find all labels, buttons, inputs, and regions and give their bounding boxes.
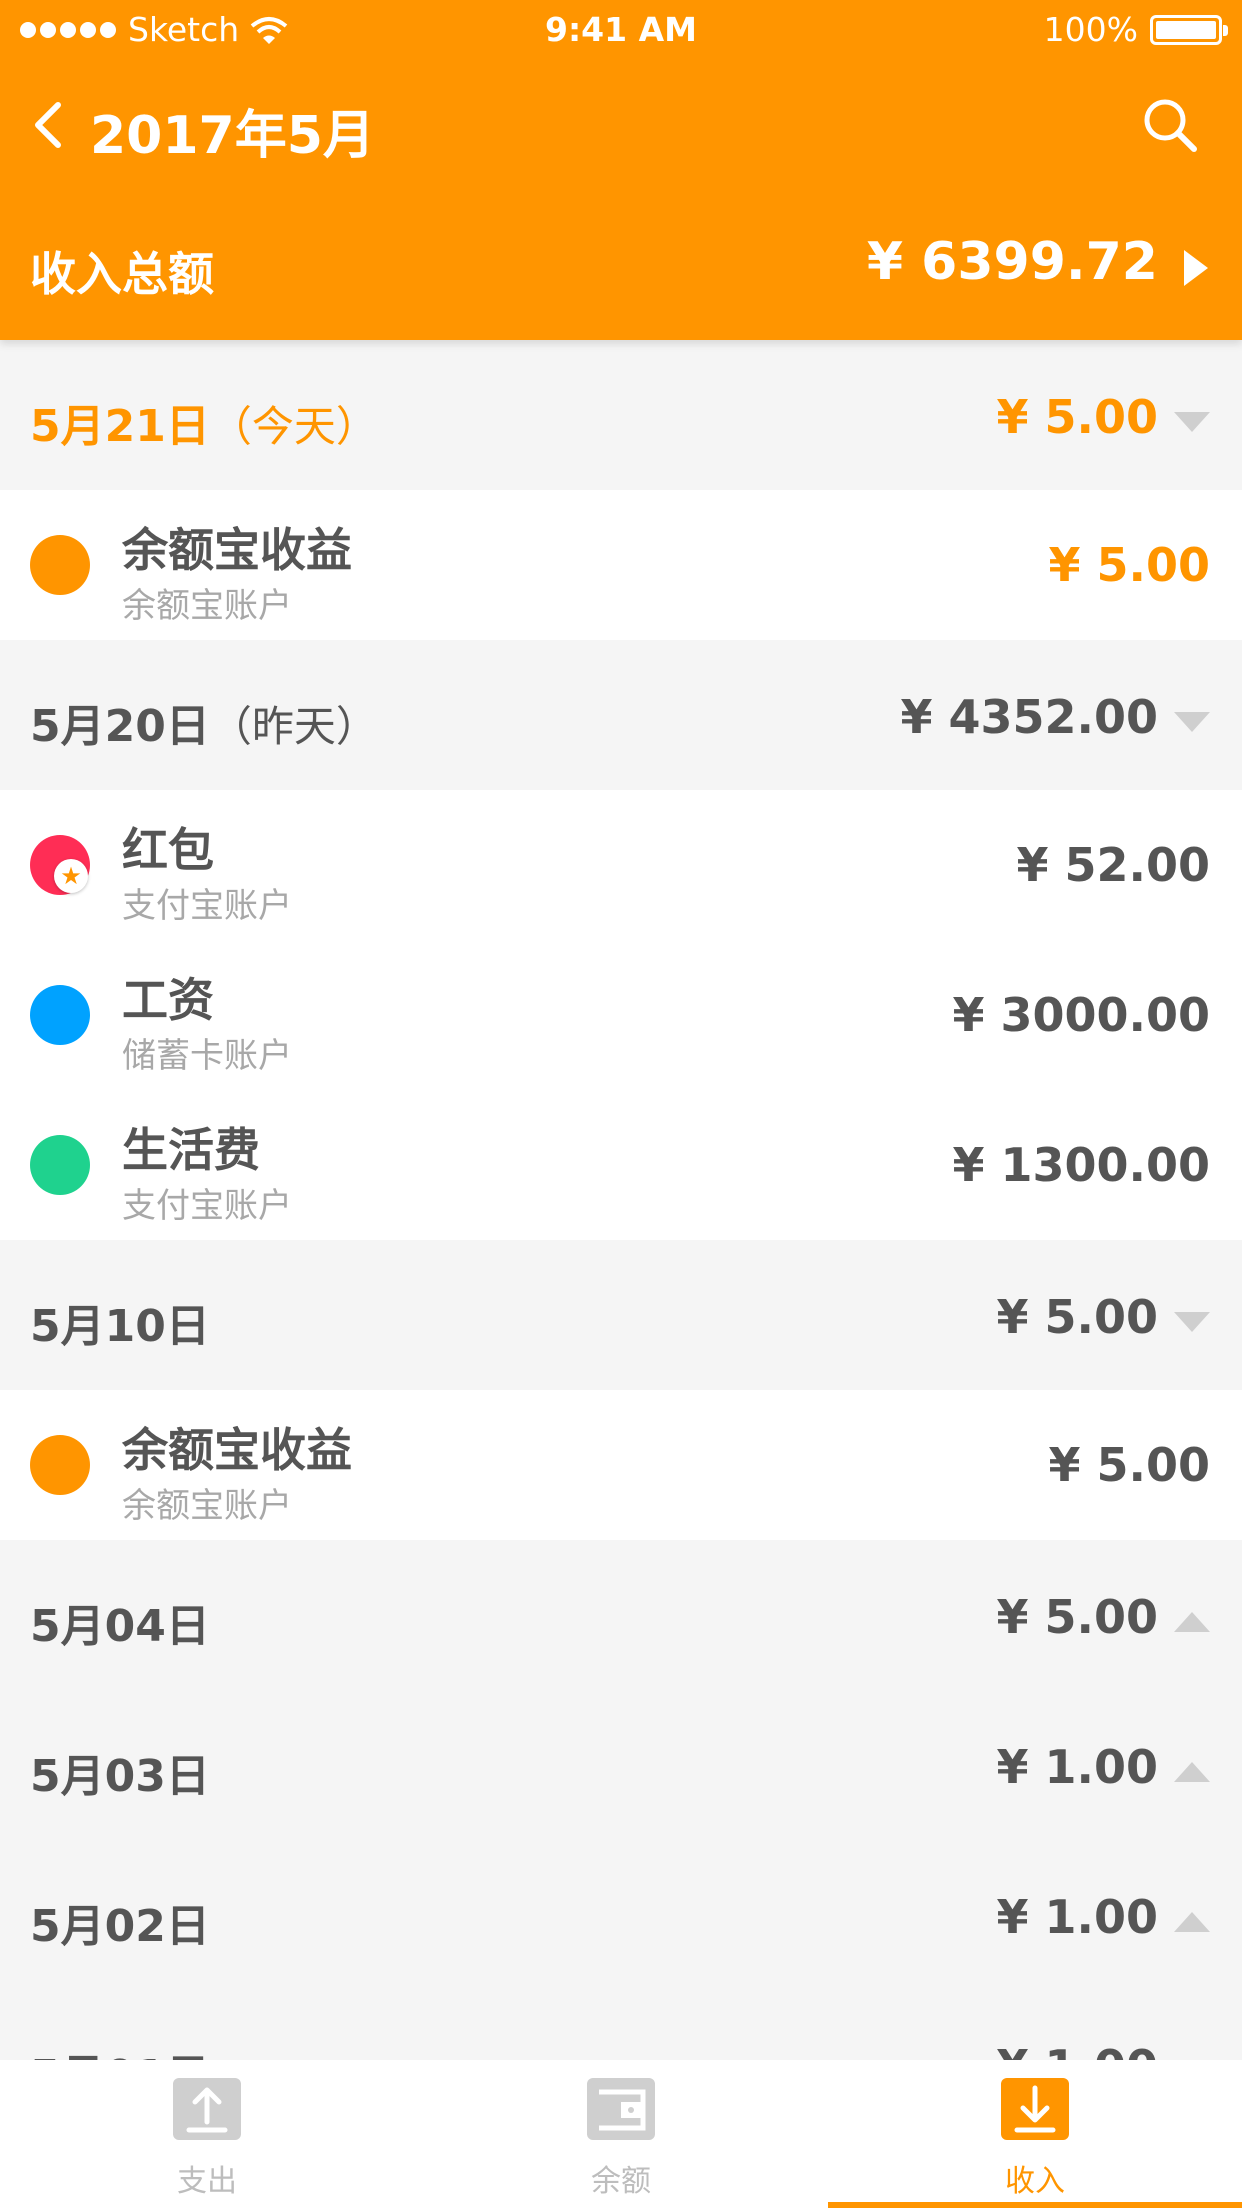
item-title: 生活费 <box>122 1123 260 1177</box>
group-date: 5月03日 <box>30 1751 210 1802</box>
group-header-today[interactable]: 5月21日（今天） ¥ 5.00 <box>0 340 1242 490</box>
income-total-label: 收入总额 <box>30 247 214 301</box>
star-icon: ★ <box>54 859 88 893</box>
group-date: 5月21日（今天） <box>30 401 378 452</box>
caret-up-icon <box>1174 1612 1210 1632</box>
item-title: 红包 <box>122 823 214 877</box>
wallet-icon <box>587 2078 655 2140</box>
caret-down-icon <box>1174 1312 1210 1332</box>
group-header[interactable]: 5月03日 ¥ 1.00 <box>0 1690 1242 1840</box>
group-date: 5月20日（昨天） <box>30 701 378 752</box>
category-dot-icon <box>30 985 90 1045</box>
group-amount: ¥ 5.00 <box>996 1590 1158 1644</box>
status-right: 100% <box>1043 10 1228 49</box>
group-header-yesterday[interactable]: 5月20日（昨天） ¥ 4352.00 <box>0 640 1242 790</box>
category-dot-icon <box>30 1435 90 1495</box>
group-date-note: （昨天） <box>209 702 378 751</box>
group-amount: ¥ 4352.00 <box>900 690 1158 744</box>
back-chevron-icon[interactable] <box>24 95 68 155</box>
search-icon[interactable] <box>1140 95 1200 155</box>
group-date: 5月10日 <box>30 1301 210 1352</box>
group-amount: ¥ 1.00 <box>996 1740 1158 1794</box>
income-list: 5月21日（今天） ¥ 5.00 余额宝收益 余额宝账户 ¥ 5.00 5月20… <box>0 340 1242 2060</box>
tab-label: 收入 <box>1005 2164 1065 2199</box>
income-total-bar[interactable]: 收入总额 ¥ 6399.72 <box>0 230 1242 310</box>
group-amount: ¥ 5.00 <box>996 1290 1158 1344</box>
category-dot-icon <box>30 1135 90 1195</box>
upload-icon <box>173 2078 241 2140</box>
list-item[interactable]: ★ 红包 支付宝账户 ¥ 52.00 <box>0 790 1242 940</box>
group-header[interactable]: 5月02日 ¥ 1.00 <box>0 1840 1242 1990</box>
nav-title: 2017年5月 <box>90 106 375 166</box>
item-amount: ¥ 1300.00 <box>952 1138 1210 1192</box>
battery-percent: 100% <box>1043 10 1138 49</box>
category-dot-icon <box>30 535 90 595</box>
list-item[interactable]: 生活费 支付宝账户 ¥ 1300.00 <box>0 1090 1242 1240</box>
caret-up-icon <box>1174 1762 1210 1782</box>
item-title: 工资 <box>122 973 214 1027</box>
group-header[interactable]: 5月01日 ¥ 1.00 <box>0 1990 1242 2060</box>
item-account: 余额宝账户 <box>122 1486 292 1526</box>
group-amount: ¥ 5.00 <box>996 390 1158 444</box>
caret-down-icon <box>1174 712 1210 732</box>
tab-balance[interactable]: 余额 <box>414 2060 828 2208</box>
nav-bar: 2017年5月 <box>0 85 1242 166</box>
status-bar: Sketch 9:41 AM 100% <box>0 0 1242 60</box>
item-title: 余额宝收益 <box>122 1423 352 1477</box>
tab-label: 支出 <box>177 2164 237 2199</box>
item-account: 余额宝账户 <box>122 586 292 626</box>
download-icon <box>1001 2078 1069 2140</box>
tab-income[interactable]: 收入 <box>828 2060 1242 2208</box>
group-amount: ¥ 1.00 <box>996 1890 1158 1944</box>
active-tab-indicator <box>828 2202 1242 2208</box>
list-item[interactable]: 工资 储蓄卡账户 ¥ 3000.00 <box>0 940 1242 1090</box>
group-header[interactable]: 5月10日 ¥ 5.00 <box>0 1240 1242 1390</box>
group-amount: ¥ 1.00 <box>996 2040 1158 2060</box>
tab-expense[interactable]: 支出 <box>0 2060 414 2208</box>
item-amount: ¥ 5.00 <box>1048 538 1210 592</box>
caret-up-icon <box>1174 1912 1210 1932</box>
list-item[interactable]: 余额宝收益 余额宝账户 ¥ 5.00 <box>0 1390 1242 1540</box>
tab-bar: 支出 余额 收入 <box>0 2060 1242 2208</box>
item-account: 储蓄卡账户 <box>122 1036 292 1076</box>
item-account: 支付宝账户 <box>122 1186 292 1226</box>
group-date-note: （今天） <box>209 402 378 451</box>
income-total-amount: ¥ 6399.72 <box>866 232 1158 292</box>
list-item[interactable]: 余额宝收益 余额宝账户 ¥ 5.00 <box>0 490 1242 640</box>
play-arrow-icon <box>1184 250 1208 286</box>
tab-label: 余额 <box>591 2164 651 2199</box>
battery-icon <box>1150 14 1228 45</box>
item-title: 余额宝收益 <box>122 523 352 577</box>
group-date: 5月02日 <box>30 1901 210 1952</box>
item-amount: ¥ 52.00 <box>1016 838 1210 892</box>
item-amount: ¥ 5.00 <box>1048 1438 1210 1492</box>
group-date: 5月04日 <box>30 1601 210 1652</box>
item-amount: ¥ 3000.00 <box>952 988 1210 1042</box>
category-dot-icon: ★ <box>30 835 90 895</box>
item-account: 支付宝账户 <box>122 886 292 926</box>
header: Sketch 9:41 AM 100% 2017年5月 收入总额 ¥ 6399.… <box>0 0 1242 340</box>
group-date: 5月01日 <box>30 2040 210 2060</box>
caret-down-icon <box>1174 412 1210 432</box>
group-header[interactable]: 5月04日 ¥ 5.00 <box>0 1540 1242 1690</box>
